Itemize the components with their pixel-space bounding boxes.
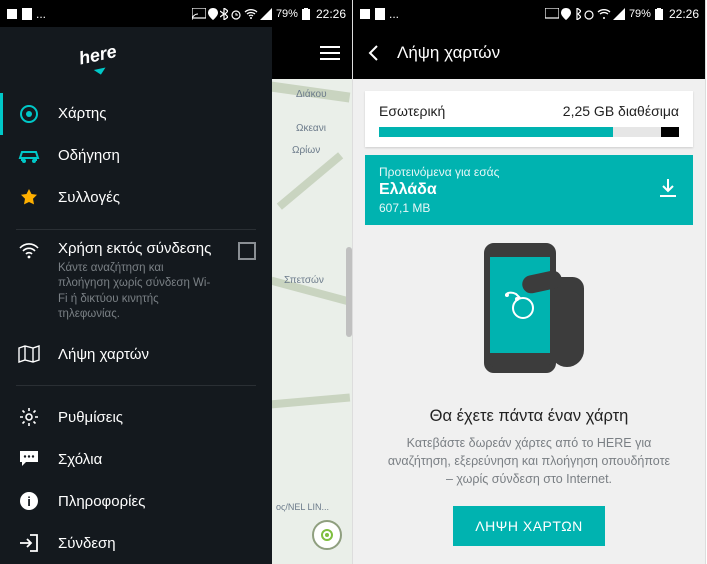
download-icon[interactable]	[657, 177, 679, 204]
notif-icon-2	[375, 8, 385, 20]
nav-maps[interactable]: Χάρτης	[0, 93, 272, 135]
back-button[interactable]: Λήψη χαρτών	[365, 43, 500, 63]
recommended-card[interactable]: Προτεινόμενα για εσάς Ελλάδα 607,1 MB	[365, 155, 693, 225]
nav-collections[interactable]: Συλλογές	[0, 177, 272, 219]
map-label: ος/NEL LIN...	[276, 502, 329, 512]
map-view[interactable]: Διάκου Ωκεανι Ωρίων Σπετσών ος/NEL LIN..…	[272, 27, 352, 564]
svg-text:here: here	[77, 41, 118, 68]
notif-icon	[359, 8, 371, 20]
cast-icon	[192, 8, 206, 20]
nav-signin[interactable]: Σύνδεση	[0, 522, 272, 564]
nav-feedback-label: Σχόλια	[58, 451, 102, 468]
nav-signin-label: Σύνδεση	[58, 535, 116, 552]
gear-icon	[18, 406, 40, 428]
wifi-icon	[244, 8, 258, 20]
map-label: Ωκεανι	[296, 123, 326, 134]
storage-bar	[379, 127, 679, 137]
storage-available: 2,25 GB διαθέσιμα	[563, 103, 679, 119]
signin-icon	[18, 532, 40, 554]
promo-title: Θα έχετε πάντα έναν χάρτη	[430, 407, 629, 426]
nav-download[interactable]: Λήψη χαρτών	[0, 333, 272, 375]
status-bar: ... 79% 22:26	[353, 0, 705, 27]
nav-drawer: here Χάρτης Οδήγηση Συλλογές	[0, 27, 272, 564]
nav-about-label: Πληροφορίες	[58, 493, 145, 510]
download-header: Λήψη χαρτών	[353, 27, 705, 79]
nav-maps-label: Χάρτης	[58, 105, 107, 122]
here-logo: here	[0, 27, 272, 93]
map-label: Διάκου	[296, 89, 327, 100]
promo-section: Θα έχετε πάντα έναν χάρτη Κατεβάστε δωρε…	[353, 225, 705, 564]
nav-offline[interactable]: Χρήση εκτός σύνδεσης Κάντε αναζήτηση και…	[0, 240, 272, 327]
phone-right: ... 79% 22:26 Λήψη χαρτών Εσωτερική 2,25…	[353, 0, 706, 564]
volume-overlay	[346, 247, 352, 337]
battery-icon	[302, 8, 310, 20]
reco-heading: Προτεινόμενα για εσάς	[379, 165, 499, 179]
signal-icon	[260, 8, 272, 20]
nav-drive[interactable]: Οδήγηση	[0, 135, 272, 177]
car-icon	[18, 145, 40, 167]
map-label: Ωρίων	[292, 145, 320, 156]
star-icon	[18, 187, 40, 209]
status-ellipsis: ...	[36, 7, 46, 21]
nav-offline-desc: Κάντε αναζήτηση και πλοήγηση χωρίς σύνδε…	[58, 261, 220, 323]
chat-icon	[18, 448, 40, 470]
alarm-icon	[583, 8, 595, 20]
battery-pct: 79%	[276, 8, 298, 20]
notif-icon	[6, 8, 18, 20]
bluetooth-icon	[220, 8, 228, 20]
status-bar: ... 79% 22:26	[0, 0, 352, 27]
nav-feedback[interactable]: Σχόλια	[0, 438, 272, 480]
clock: 22:26	[316, 7, 346, 21]
storage-card[interactable]: Εσωτερική 2,25 GB διαθέσιμα	[365, 91, 693, 147]
clock: 22:26	[669, 7, 699, 21]
nav-offline-label: Χρήση εκτός σύνδεσης	[58, 240, 220, 257]
info-icon: i	[18, 490, 40, 512]
bluetooth-icon	[573, 8, 581, 20]
wifi-icon	[597, 8, 611, 20]
download-maps-button[interactable]: ΛΗΨΗ ΧΑΡΤΩΝ	[453, 506, 605, 546]
nav-about[interactable]: i Πληροφορίες	[0, 480, 272, 522]
separator	[16, 385, 256, 386]
nav-collections-label: Συλλογές	[58, 189, 120, 206]
chevron-left-icon	[365, 44, 383, 62]
phone-illustration	[474, 243, 584, 393]
battery-icon	[655, 8, 663, 20]
separator	[16, 229, 256, 230]
compass-button[interactable]	[312, 520, 342, 550]
wifi-off-icon	[18, 242, 40, 264]
svg-text:i: i	[27, 494, 31, 509]
phone-left: ... 79% 22:26 here Χάρτης	[0, 0, 353, 564]
nav-drive-label: Οδήγηση	[58, 147, 120, 164]
notif-icon-2	[22, 8, 32, 20]
menu-button[interactable]	[320, 46, 340, 60]
status-ellipsis: ...	[389, 7, 399, 21]
location-icon	[208, 8, 218, 20]
maps-icon	[18, 103, 40, 125]
nav-settings-label: Ρυθμίσεις	[58, 409, 123, 426]
reco-size: 607,1 MB	[379, 201, 499, 215]
nav-download-label: Λήψη χαρτών	[58, 346, 149, 363]
location-icon	[561, 8, 571, 20]
nav-settings[interactable]: Ρυθμίσεις	[0, 396, 272, 438]
signal-icon	[613, 8, 625, 20]
promo-desc: Κατεβάστε δωρεάν χάρτες από το HERE για …	[383, 434, 675, 488]
alarm-icon	[230, 8, 242, 20]
map-label: Σπετσών	[284, 275, 324, 286]
reco-country: Ελλάδα	[379, 181, 499, 199]
battery-pct: 79%	[629, 8, 651, 20]
offline-checkbox[interactable]	[238, 242, 256, 260]
header-title: Λήψη χαρτών	[397, 43, 500, 63]
storage-name: Εσωτερική	[379, 103, 445, 119]
map-download-icon	[18, 343, 40, 365]
cast-icon	[545, 8, 559, 20]
